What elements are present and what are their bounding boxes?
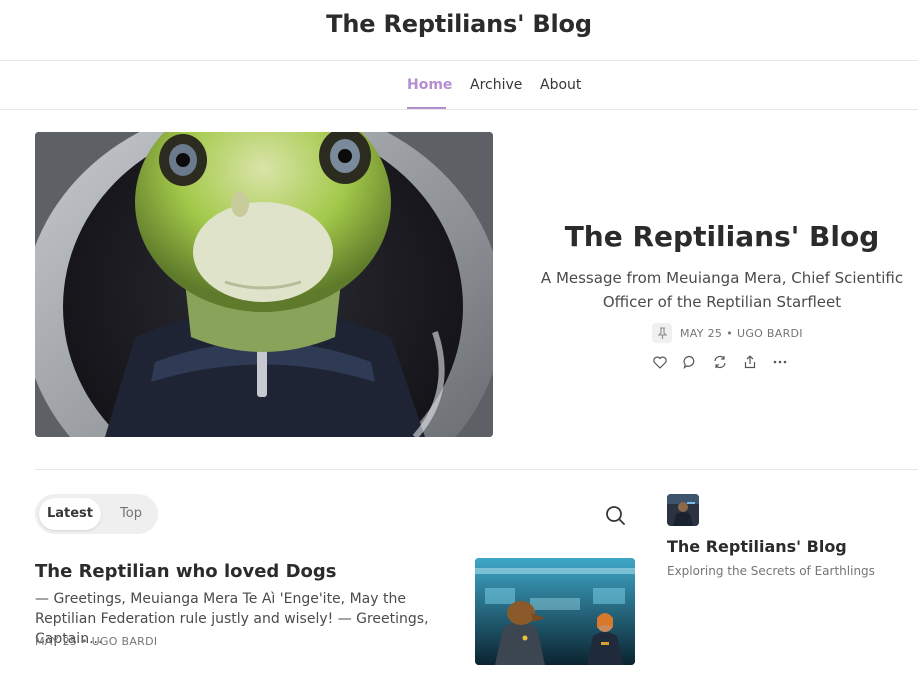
pin-icon [652,323,672,343]
publication-avatar[interactable] [667,494,699,526]
tab-top[interactable]: Top [107,498,155,530]
more-icon[interactable] [772,353,788,371]
nav-archive[interactable]: Archive [470,77,522,93]
post-actions [652,353,788,371]
avatar-image [667,494,699,526]
reptilian-portrait-image [35,132,493,437]
sidebar-publication-description: Exploring the Secrets of Earthlings [667,564,875,578]
hero-image[interactable] [35,132,493,437]
feed-tabs: Latest Top [35,494,158,534]
site-title[interactable]: The Reptilians' Blog [0,10,918,38]
nav-active-indicator [407,107,446,109]
nav-about[interactable]: About [540,77,581,93]
post-thumbnail[interactable] [475,558,635,665]
section-divider [35,469,918,470]
restack-icon[interactable] [712,353,728,371]
post-date: MAY 25 [35,635,78,648]
meta-separator: • [80,635,88,648]
post-author[interactable]: UGO BARDI [92,635,158,648]
sidebar-publication-title[interactable]: The Reptilians' Blog [667,537,847,556]
share-icon[interactable] [742,353,758,371]
hero-meta: MAY 25 • UGO BARDI [652,323,803,343]
search-icon[interactable] [603,503,627,527]
comment-icon[interactable] [682,353,698,371]
meta-separator: • [726,326,733,340]
hero-date: MAY 25 [680,326,723,340]
site-header: The Reptilians' Blog [0,0,918,61]
tab-latest[interactable]: Latest [39,498,101,530]
hero-subtitle[interactable]: A Message from Meuianga Mera, Chief Scie… [540,266,904,314]
hero-author[interactable]: UGO BARDI [737,327,803,340]
nav-home[interactable]: Home [407,77,452,93]
main-nav: Home Archive About [0,61,918,110]
hero-title[interactable]: The Reptilians' Blog [522,220,918,253]
heart-icon[interactable] [652,353,668,371]
post-title[interactable]: The Reptilian who loved Dogs [35,561,455,582]
spaceship-bridge-image [475,558,635,665]
post-meta: MAY 25 • UGO BARDI [35,635,157,648]
